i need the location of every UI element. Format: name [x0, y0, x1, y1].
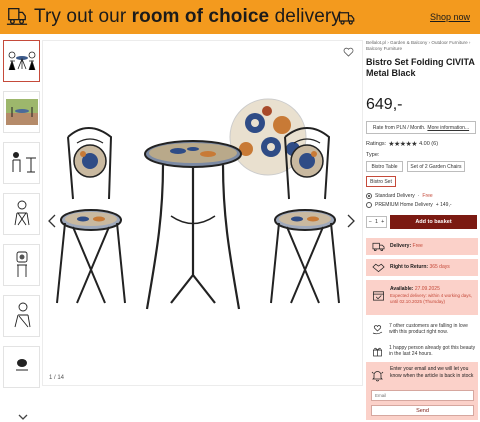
bistro-outdoor-photo-icon — [5, 99, 38, 125]
delivery-truck-small-icon — [338, 12, 355, 25]
bistro-set-icon — [8, 51, 35, 71]
delivery-value: Free — [412, 243, 423, 250]
delivery-standard-sep: · — [417, 193, 420, 199]
main-product-image[interactable]: 1 / 14 — [42, 40, 363, 386]
ratings-label: Ratings: — [366, 141, 387, 147]
promo-bold: room of choice — [131, 6, 270, 27]
bistro-set-dimensions-icon — [12, 152, 36, 173]
delivery-option-premium[interactable]: PREMIUM Home Delivery + 149,- — [366, 202, 452, 208]
previous-image-icon[interactable] — [47, 213, 57, 229]
type-label: Type: — [366, 152, 380, 158]
thumbnail-7[interactable] — [3, 346, 40, 388]
perk-return: Right to Return: 365 days — [366, 259, 478, 276]
thumbnail-strip — [3, 40, 41, 420]
image-counter: 1 / 14 — [49, 375, 65, 381]
send-button[interactable]: Send — [371, 405, 474, 416]
more-information-link[interactable]: More information... — [427, 125, 469, 131]
qty-value: 1 — [374, 219, 379, 225]
chair-dimensions-icon — [16, 251, 27, 277]
add-to-basket-button[interactable]: Add to basket — [390, 215, 477, 229]
perk-delivery: Delivery: Free — [366, 238, 478, 255]
delivery-option-standard[interactable]: Standard Delivery · Free — [366, 193, 433, 199]
rating-value: 4.00 (6) — [419, 141, 439, 147]
ratings-row[interactable]: Ratings: ★★★★★ 4.00 (6) — [366, 140, 438, 148]
perk-in-love: 7 other customers are falling in love wi… — [366, 320, 478, 338]
thumbnail-5[interactable] — [3, 244, 40, 286]
available-label: Available: — [390, 286, 414, 292]
type-option-garden-chairs[interactable]: Set of 2 Garden Chairs — [407, 161, 465, 172]
promo-prefix: Try out our — [34, 6, 132, 27]
gift-box-icon — [373, 347, 382, 356]
radio-selected-icon — [366, 193, 372, 199]
type-option-bistro-table[interactable]: Bistro Table — [366, 161, 403, 172]
qty-minus-button[interactable]: − — [369, 219, 372, 225]
bistro-set-image — [56, 98, 340, 310]
email-field[interactable] — [371, 390, 474, 401]
shop-now-link[interactable]: Shop now — [430, 12, 470, 22]
type-option-bistro-set[interactable]: Bistro Set — [366, 176, 396, 187]
left-chair — [56, 127, 126, 304]
thumbnail-6[interactable] — [3, 295, 40, 337]
delivery-label: Delivery: — [390, 243, 412, 250]
installment-info[interactable]: Rate from PLN / Month. More information.… — [366, 121, 476, 134]
product-info: Bellalot.pl › Garden & Balcony › Outdoor… — [366, 40, 478, 420]
promo-text: Try out our room of choice delivery — [34, 6, 341, 28]
delivery-premium-price: + 149,- — [435, 202, 452, 208]
thumbnail-3[interactable] — [3, 142, 40, 184]
calendar-check-icon — [373, 291, 384, 301]
happy-person-text: 1 happy person already got this beauty i… — [389, 344, 476, 358]
bistro-table — [144, 140, 242, 310]
product-price: 649,- — [366, 96, 403, 113]
table-top-icon — [15, 359, 28, 371]
chevron-down-icon[interactable] — [17, 412, 29, 422]
expected-delivery-text: Expected delivery: within 4 working days… — [390, 292, 473, 305]
return-label: Right to Return: — [390, 264, 429, 271]
installment-text: Rate from PLN / Month. — [372, 124, 426, 131]
delivery-premium-label: PREMIUM Home Delivery — [375, 202, 433, 208]
folding-chair-icon — [14, 200, 29, 226]
thumbnail-4[interactable] — [3, 193, 40, 235]
available-date: 27.09.2025 — [414, 286, 440, 292]
perk-availability: Available: 27.09.2025 Expected delivery:… — [366, 280, 478, 315]
promo-suffix: delivery — [269, 6, 341, 27]
delivery-standard-price: Free — [422, 193, 433, 199]
qty-plus-button[interactable]: + — [381, 219, 384, 225]
in-love-text: 7 other customers are falling in love wi… — [389, 322, 468, 336]
thumbnail-2[interactable] — [3, 91, 40, 133]
wishlist-heart-icon[interactable] — [343, 47, 354, 57]
back-in-stock-text: Enter your email and we will let you kno… — [390, 366, 474, 379]
back-in-stock-box: Enter your email and we will let you kno… — [366, 362, 478, 420]
star-rating-icon: ★★★★★ — [388, 141, 418, 148]
quantity-stepper[interactable]: − 1 + — [366, 216, 387, 228]
bell-icon — [371, 371, 384, 382]
delivery-truck-icon — [6, 8, 28, 25]
chair-detail-icon — [14, 302, 30, 328]
breadcrumb[interactable]: Bellalot.pl › Garden & Balcony › Outdoor… — [366, 40, 478, 52]
thumbnail-1[interactable] — [3, 40, 40, 82]
return-handshake-icon — [372, 263, 385, 273]
delivery-truck-icon — [372, 242, 385, 252]
perk-happy-person: 1 happy person already got this beauty i… — [366, 342, 478, 360]
promo-banner[interactable]: Try out our room of choice delivery Shop… — [0, 0, 480, 34]
delivery-standard-label: Standard Delivery — [375, 193, 415, 199]
return-value: 365 days — [429, 264, 450, 271]
next-image-icon[interactable] — [346, 213, 356, 229]
radio-unselected-icon — [366, 202, 372, 208]
heart-hand-icon — [372, 324, 383, 334]
product-title: Bistro Set Folding CIVITA Metal Black — [366, 57, 475, 78]
